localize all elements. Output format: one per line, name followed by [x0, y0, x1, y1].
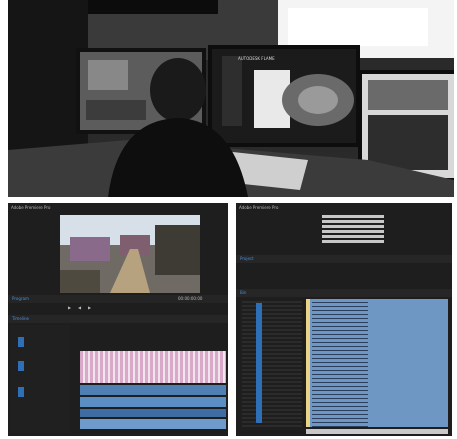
file-list-left[interactable]: [242, 299, 302, 427]
track-target-a2[interactable]: [18, 387, 24, 397]
play-icon[interactable]: ▶: [68, 305, 71, 310]
window-title-right: Adobe Premiere Pro: [239, 205, 279, 210]
tab-program[interactable]: Program: [12, 296, 29, 301]
track-target-a[interactable]: [18, 361, 24, 371]
timecode: 00:00:00:00: [178, 296, 203, 301]
audio-clip-1[interactable]: [80, 385, 226, 395]
track-headers: [10, 325, 70, 433]
bin-tab-bar: Bin: [236, 289, 452, 297]
timeline-header: Timeline: [8, 315, 228, 323]
project-tab-bar: Project: [236, 255, 452, 263]
step-back-icon[interactable]: ◀: [78, 305, 81, 310]
editing-suite-photo: AUTODESK FLAME: [8, 0, 454, 197]
selection-column: [256, 303, 262, 423]
tab-bin[interactable]: Bin: [240, 290, 246, 295]
audio-clip-4[interactable]: [80, 419, 226, 429]
transport-controls: ▶ ◀ ▶: [68, 304, 178, 312]
audio-clip-2[interactable]: [80, 397, 226, 407]
program-frame: [60, 215, 200, 293]
table-rows: [312, 299, 368, 427]
step-forward-icon[interactable]: ▶: [88, 305, 91, 310]
highlight-column: [306, 299, 310, 427]
premiere-editor-left: Adobe Premiere Pro Program 00:00:00:00 ▶…: [8, 203, 228, 436]
tab-timeline[interactable]: Timeline: [12, 316, 29, 321]
audio-clip-3[interactable]: [80, 409, 226, 417]
thumbnail-grid[interactable]: [322, 215, 384, 243]
premiere-editor-right: Adobe Premiere Pro Project Bin: [236, 203, 452, 436]
monitor-brand-label: AUTODESK FLAME: [238, 56, 275, 61]
program-tab-bar: Program 00:00:00:00: [8, 295, 228, 303]
video-clip-stripes[interactable]: [80, 351, 226, 383]
program-monitor[interactable]: [60, 215, 200, 293]
scrollbar[interactable]: [306, 429, 448, 434]
window-title: Adobe Premiere Pro: [11, 205, 51, 210]
track-target-v[interactable]: [18, 337, 24, 347]
tab-project[interactable]: Project: [240, 256, 254, 261]
clip-table[interactable]: [306, 299, 448, 427]
editing-suite-scene: [8, 0, 454, 197]
